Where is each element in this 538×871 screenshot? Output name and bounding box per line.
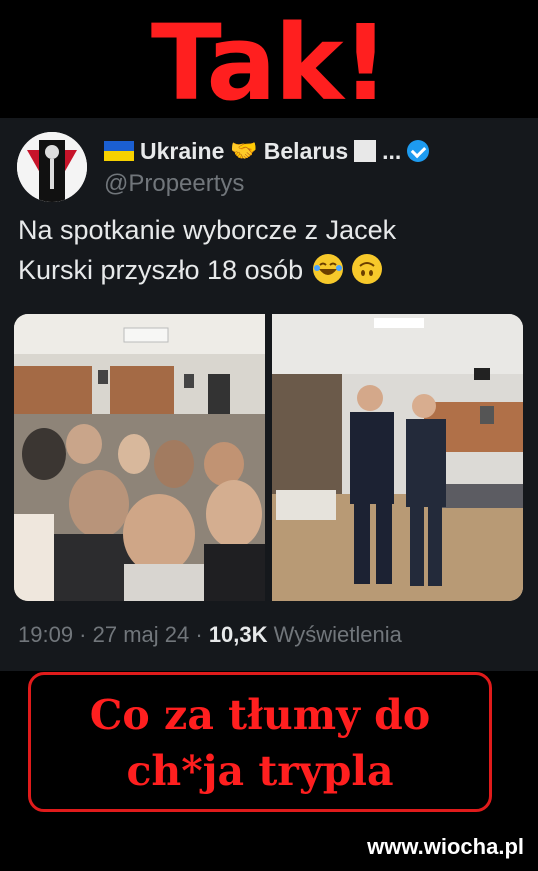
display-name-part1: Ukraine [140, 137, 225, 164]
tweet-photos [14, 314, 523, 601]
laughing-emoji-icon [312, 254, 343, 284]
tweet-media[interactable] [14, 314, 523, 601]
tweet-date[interactable]: 27 maj 24 [93, 622, 190, 647]
white-square-icon [354, 140, 377, 162]
comment-line1: Co za tłumy do [89, 691, 431, 739]
display-name-part2: Belarus [263, 137, 349, 164]
comment-line2: ch*ja trypla [126, 747, 394, 795]
avatar-image [17, 132, 87, 202]
profile-avatar[interactable] [17, 132, 87, 202]
display-name-ellipsis: ... [382, 137, 402, 164]
tweet-text-line1: Na spotkanie wyborcze z Jacek [18, 215, 397, 245]
comment-box: Co za tłumy do ch*ja trypla [28, 672, 492, 812]
ukraine-flag-icon [104, 141, 134, 161]
verified-badge-icon [407, 140, 430, 162]
meta-separator: · [73, 622, 93, 647]
tweet-text: Na spotkanie wyborcze z Jacek Kurski prz… [18, 210, 528, 290]
tweet-text-line2: Kurski przyszło 18 osób [18, 255, 304, 285]
tweet-card[interactable]: Ukraine 🤝 Belarus ... @Propeertys Na spo… [0, 118, 538, 671]
views-count: 10,3K [208, 622, 268, 647]
tweet-text-line2-container: Kurski przyszło 18 osób [18, 250, 528, 290]
views-label: Wyświetlenia [273, 622, 402, 647]
tweet-meta: 19:09 · 27 maj 24 · 10,3K Wyświetlenia [18, 622, 402, 648]
upside-down-face-emoji-icon [352, 254, 383, 284]
handshake-icon: 🤝 [230, 138, 258, 163]
photo-audience [14, 314, 265, 601]
tweet-time[interactable]: 19:09 [18, 622, 73, 647]
site-watermark: www.wiocha.pl [367, 834, 524, 859]
user-handle[interactable]: @Propeertys [104, 170, 244, 198]
meta-separator: · [189, 622, 209, 647]
display-name-row[interactable]: Ukraine 🤝 Belarus ... [104, 136, 430, 166]
photo-speakers [272, 314, 523, 601]
top-caption: Tak! [150, 2, 389, 124]
